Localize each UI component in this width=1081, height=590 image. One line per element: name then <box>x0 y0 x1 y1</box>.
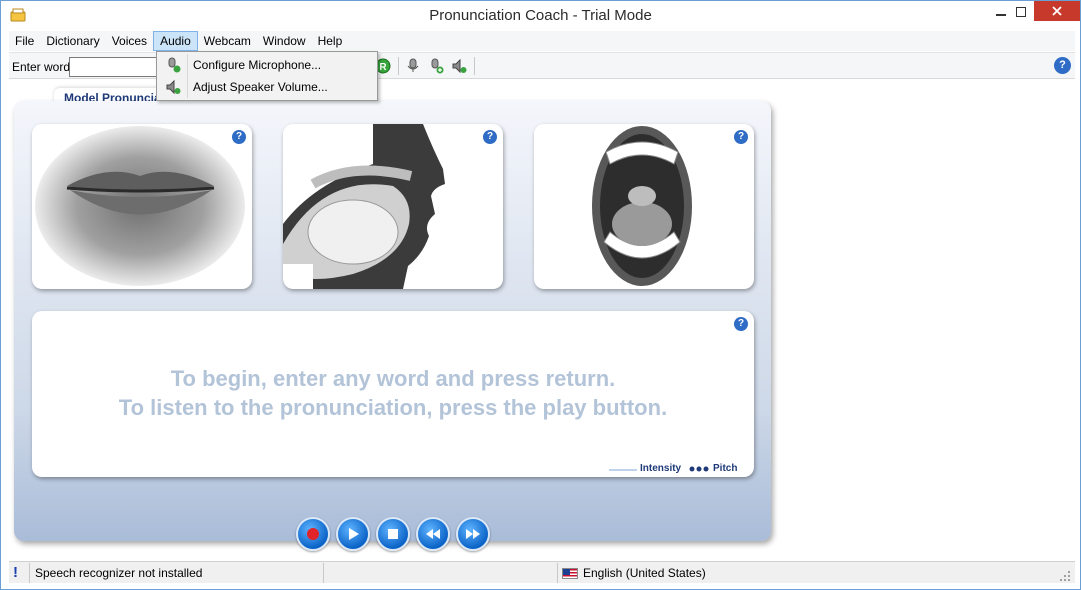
lips-illustration <box>35 126 245 286</box>
instruction-line-1: To begin, enter any word and press retur… <box>170 366 616 391</box>
microphone-icon[interactable] <box>405 58 421 74</box>
pitch-legend-dots <box>689 466 709 472</box>
mouth-help-icon[interactable]: ? <box>734 130 748 144</box>
side-profile-card: ? <box>283 124 503 289</box>
close-button[interactable] <box>1034 1 1080 21</box>
window-title: Pronunciation Coach - Trial Mode <box>429 7 652 24</box>
warning-icon: ! <box>13 564 18 581</box>
intensity-legend-line <box>609 469 637 471</box>
mouth-interior-illustration <box>592 126 692 286</box>
record-button[interactable] <box>296 517 330 551</box>
maximize-button[interactable] <box>1006 1 1036 23</box>
menu-item-adjust-speaker-volume[interactable]: Adjust Speaker Volume... <box>158 76 376 98</box>
menu-item-configure-microphone[interactable]: Configure Microphone... <box>158 54 376 76</box>
record-icon <box>307 528 319 540</box>
speech-recognizer-status: Speech recognizer not installed <box>35 566 203 580</box>
menu-file[interactable]: File <box>9 31 40 51</box>
stop-icon <box>388 529 398 539</box>
menu-help[interactable]: Help <box>312 31 349 51</box>
lips-help-icon[interactable]: ? <box>232 130 246 144</box>
menu-window[interactable]: Window <box>257 31 312 51</box>
model-pronunciation-panel: ? ? ? ? To begin, enter any word and pre… <box>14 101 771 551</box>
status-bar: ! Speech recognizer not installed Englis… <box>9 561 1075 583</box>
microphone-settings-icon <box>168 57 181 73</box>
toolbar-separator <box>474 57 475 75</box>
language-status[interactable]: English (United States) <box>583 566 706 580</box>
menu-audio[interactable]: Audio <box>153 31 198 51</box>
rewind-icon <box>426 529 440 539</box>
menu-bar: File Dictionary Voices Audio Webcam Wind… <box>9 31 1075 51</box>
enter-word-label: Enter word: <box>12 60 74 74</box>
rewind-button[interactable] <box>416 517 450 551</box>
speaker-icon[interactable] <box>451 58 467 74</box>
lips-view-card: ? <box>32 124 252 289</box>
stop-button[interactable] <box>376 517 410 551</box>
resize-grip-icon[interactable] <box>1059 570 1071 582</box>
pronunciation-graph-card: ? To begin, enter any word and press ret… <box>32 311 754 477</box>
pitch-legend-label: Pitch <box>713 463 738 474</box>
graph-help-icon[interactable]: ? <box>734 317 748 331</box>
menu-webcam[interactable]: Webcam <box>198 31 257 51</box>
help-icon[interactable]: ? <box>1054 57 1071 74</box>
menu-dictionary[interactable]: Dictionary <box>40 31 105 51</box>
fast-forward-button[interactable] <box>456 517 490 551</box>
intensity-legend-label: Intensity <box>640 463 682 474</box>
status-divider <box>323 563 324 583</box>
configure-microphone-label: Configure Microphone... <box>193 58 322 72</box>
close-icon <box>1052 6 1062 16</box>
audio-menu-dropdown: Configure Microphone... Adjust Speaker V… <box>156 51 378 101</box>
play-icon <box>349 528 359 540</box>
side-profile-illustration <box>283 124 445 289</box>
svg-text:R: R <box>379 62 387 73</box>
fast-forward-icon <box>466 529 480 539</box>
mouth-interior-card: ? <box>534 124 754 289</box>
status-divider <box>29 563 30 583</box>
word-input[interactable] <box>69 57 161 77</box>
microphone-add-icon[interactable] <box>428 58 444 74</box>
instruction-line-2: To listen to the pronunciation, press th… <box>118 395 668 420</box>
profile-help-icon[interactable]: ? <box>483 130 497 144</box>
menu-voices[interactable]: Voices <box>106 31 153 51</box>
play-button[interactable] <box>336 517 370 551</box>
minimize-icon <box>996 14 1006 16</box>
status-divider <box>557 563 558 583</box>
speaker-volume-icon <box>166 79 181 95</box>
app-window: Pronunciation Coach - Trial Mode File Di… <box>0 0 1081 590</box>
client-area: Model Pronuncia ? ? ? ? To begin, enter … <box>9 80 1075 558</box>
us-flag-icon <box>562 568 578 579</box>
title-bar[interactable]: Pronunciation Coach - Trial Mode <box>1 1 1080 31</box>
maximize-icon <box>1016 7 1026 17</box>
adjust-speaker-volume-label: Adjust Speaker Volume... <box>193 80 328 94</box>
toolbar-separator <box>398 57 399 75</box>
